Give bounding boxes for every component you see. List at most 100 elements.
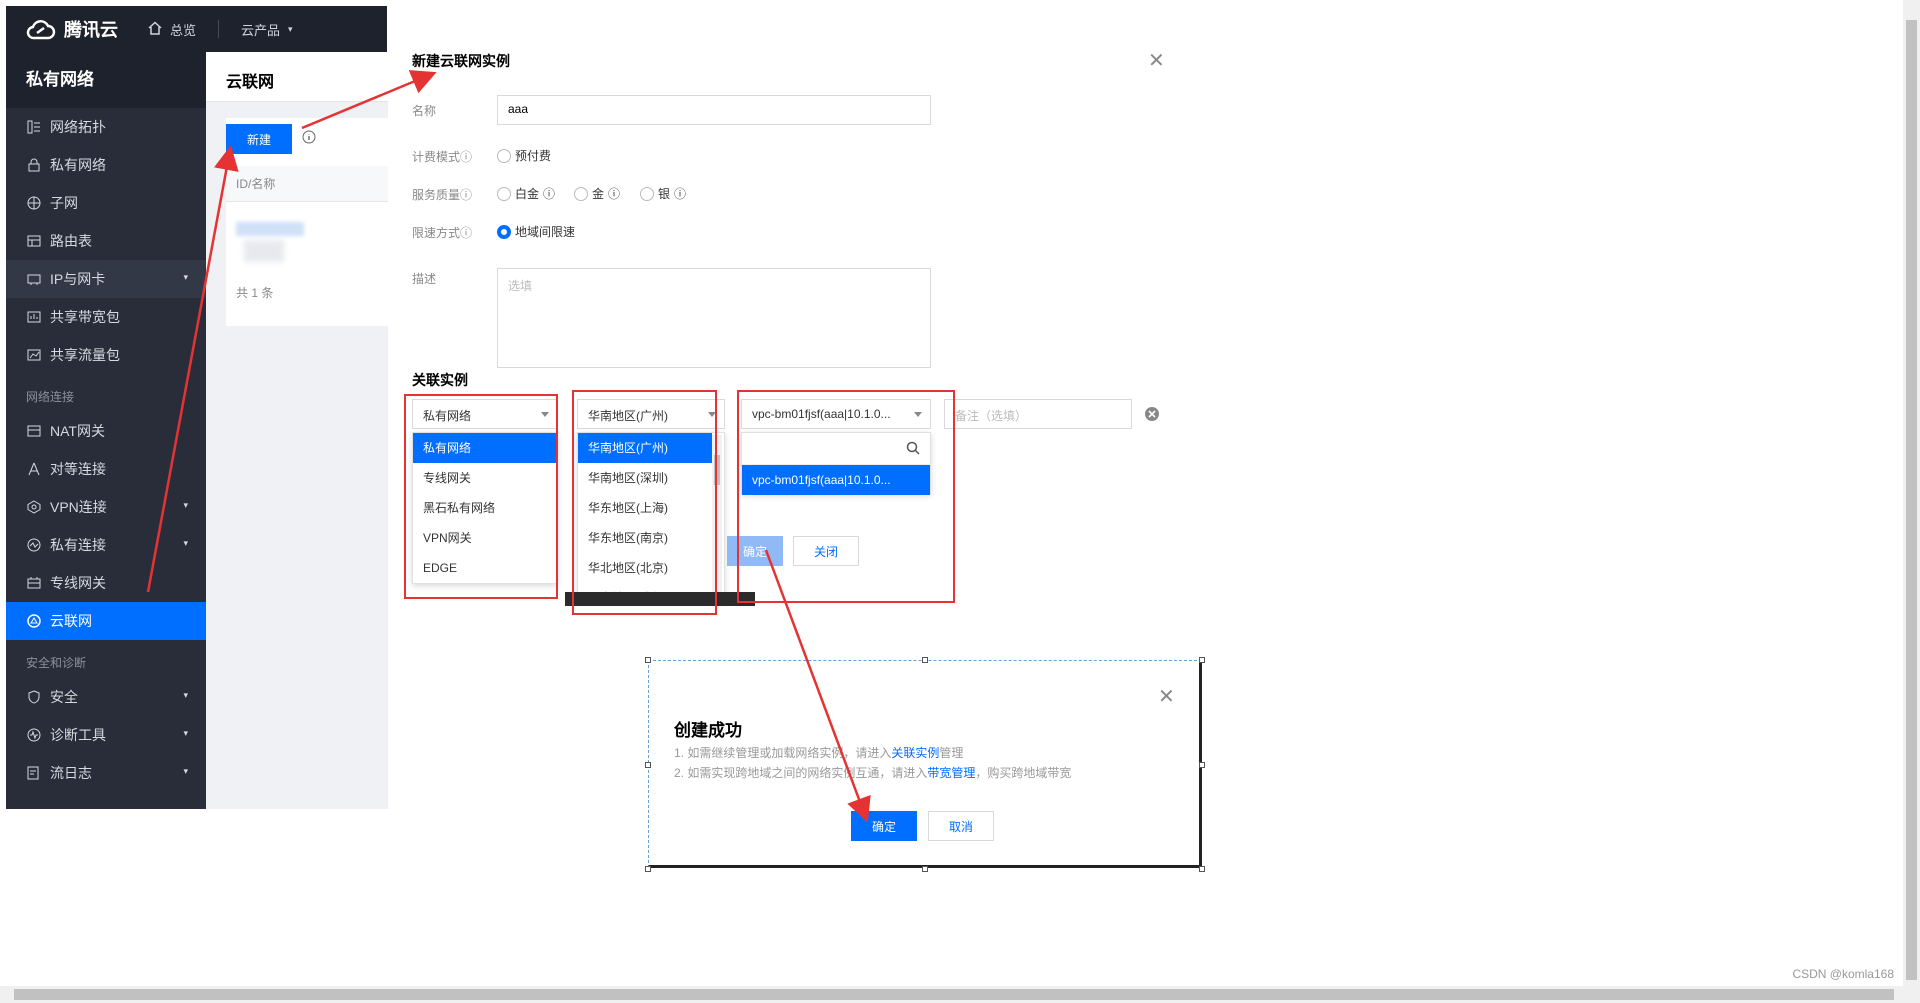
vertical-scrollbar[interactable] [1903, 0, 1920, 1003]
info-icon[interactable]: ⓘ [608, 185, 620, 202]
success-title: 创建成功 [674, 721, 742, 740]
sidebar-item-security[interactable]: 安全 ▾ [6, 678, 206, 716]
sidebar-item-nat[interactable]: NAT网关 [6, 412, 206, 450]
dropdown-option[interactable]: 华南地区(深圳) [578, 463, 712, 493]
vpn-icon [26, 499, 42, 515]
sidebar-item-diagnose[interactable]: 诊断工具 ▾ [6, 716, 206, 754]
success-confirm-button[interactable]: 确定 [851, 811, 917, 841]
dropdown-option[interactable]: 华北地区(北京) [578, 553, 712, 583]
resize-handle[interactable] [922, 657, 928, 663]
dropdown-option[interactable]: 黑石私有网络 [413, 493, 557, 523]
horizontal-scrollbar[interactable] [0, 986, 1920, 1003]
watermark: CSDN @komla168 [1792, 967, 1894, 981]
search-icon[interactable] [906, 441, 920, 458]
scrollbar-thumb[interactable] [1906, 20, 1917, 980]
resize-handle[interactable] [645, 762, 651, 768]
associated-instances-title: 关联实例 [412, 372, 468, 388]
bandwidth-management-link[interactable]: 带宽管理 [927, 766, 975, 780]
modal-close-icon[interactable]: ✕ [1148, 48, 1165, 73]
dropdown-option[interactable]: EDGE [413, 553, 557, 583]
scrollbar-thumb[interactable] [714, 455, 720, 485]
brand-logo[interactable]: 腾讯云 [26, 16, 118, 42]
region-select[interactable]: 华南地区(广州) [577, 399, 725, 429]
dropdown-option[interactable]: 华东地区(南京) [578, 523, 712, 553]
resize-handle[interactable] [922, 866, 928, 872]
route-icon [26, 233, 42, 249]
radio-circle-selected[interactable] [497, 224, 511, 239]
sidebar-item-ccn[interactable]: 云联网 [6, 602, 206, 640]
name-input[interactable]: aaa [497, 95, 931, 125]
resize-handle[interactable] [1199, 866, 1205, 872]
success-cancel-button[interactable]: 取消 [928, 811, 994, 841]
quality-platinum-radio[interactable]: 白金 ⓘ [497, 185, 555, 202]
sidebar-item-private-link[interactable]: 私有连接 ▾ [6, 526, 206, 564]
sidebar-item-peering[interactable]: 对等连接 [6, 450, 206, 488]
modal-confirm-button[interactable]: 确定 [727, 536, 783, 566]
resize-handle[interactable] [645, 866, 651, 872]
dropdown-option[interactable]: 华南地区(广州) [578, 433, 712, 463]
success-close-icon[interactable]: ✕ [1158, 684, 1175, 709]
dropdown-option[interactable]: VPN网关 [413, 523, 557, 553]
nic-icon [26, 271, 42, 287]
page-title: 云联网 [206, 52, 388, 102]
dropdown-option[interactable]: vpc-bm01fjsf(aaa|10.1.0... [742, 465, 930, 495]
dropdown-option[interactable]: 华东地区(上海) [578, 493, 712, 523]
chevron-down-icon: ▾ [183, 272, 188, 282]
sidebar-item-vpc[interactable]: 私有网络 [6, 146, 206, 184]
resize-handle[interactable] [1199, 657, 1205, 663]
sidebar-item-flowlog[interactable]: 流日志 ▾ [6, 754, 206, 792]
home-icon[interactable] [148, 20, 162, 38]
remark-input[interactable]: 备注（选填） [944, 399, 1132, 429]
dc-gateway-icon [26, 575, 42, 591]
sidebar-item-topology[interactable]: 网络拓扑 [6, 108, 206, 146]
radio-circle[interactable] [497, 148, 511, 163]
quality-silver-radio[interactable]: 银 ⓘ [640, 185, 686, 202]
home-link[interactable]: 总览 [170, 20, 196, 39]
products-menu[interactable]: 云产品 [241, 20, 280, 39]
radio-circle[interactable] [497, 186, 511, 201]
resize-handle[interactable] [645, 657, 651, 663]
group-network-connection: 网络连接 [26, 390, 75, 404]
dropdown-shadow-bar [565, 592, 755, 606]
sidebar-item-vpn[interactable]: VPN连接 ▾ [6, 488, 206, 526]
caret-down-icon [708, 412, 716, 417]
instance-type-select[interactable]: 私有网络 [412, 399, 558, 429]
sidebar-item-subnet[interactable]: 子网 [6, 184, 206, 222]
rate-limit-region-radio[interactable]: 地域间限速 [497, 223, 575, 240]
scrollbar-thumb[interactable] [14, 989, 1894, 1000]
radio-circle[interactable] [574, 186, 588, 201]
sidebar-item-bandwidth[interactable]: 共享带宽包 [6, 298, 206, 336]
sidebar-item-route-table[interactable]: 路由表 [6, 222, 206, 260]
info-icon[interactable]: ⓘ [460, 150, 472, 164]
billing-label: 计费模式ⓘ [412, 150, 473, 164]
modal-close-button[interactable]: 关闭 [793, 536, 859, 566]
info-icon[interactable]: ⓘ [674, 185, 686, 202]
dropdown-option[interactable]: 专线网关 [413, 463, 557, 493]
remove-row-icon[interactable] [1144, 406, 1160, 425]
billing-prepaid-radio[interactable]: 预付费 [497, 147, 551, 164]
sidebar-item-ip-nic[interactable]: IP与网卡 ▾ [6, 260, 206, 298]
dropdown-option[interactable]: 私有网络 [413, 433, 557, 463]
vpc-select[interactable]: vpc-bm01fjsf(aaa|10.1.0... [741, 399, 931, 429]
sidebar-item-traffic[interactable]: 共享流量包 [6, 336, 206, 374]
info-icon[interactable]: ⓘ [460, 188, 472, 202]
info-icon[interactable]: ⓘ [460, 226, 472, 240]
sidebar-item-label: 安全 [50, 689, 78, 705]
vpc-search-input[interactable] [742, 433, 930, 465]
quality-gold-radio[interactable]: 金 ⓘ [574, 185, 620, 202]
info-icon[interactable] [302, 130, 316, 147]
blurred-instance-name [244, 240, 284, 262]
description-textarea[interactable]: 选填 [497, 268, 931, 368]
radio-circle[interactable] [640, 186, 654, 201]
sidebar-item-dc-gateway[interactable]: 专线网关 [6, 564, 206, 602]
diagnose-icon [26, 727, 42, 743]
dropdown-scrollbar[interactable] [712, 435, 722, 595]
sidebar-item-label: 云联网 [50, 613, 92, 629]
info-icon[interactable]: ⓘ [543, 185, 555, 202]
sidebar: 私有网络 网络拓扑 私有网络 子网 路由表 IP与网卡 ▾ 共享带宽包 共享流量… [6, 52, 206, 809]
associated-instances-link[interactable]: 关联实例 [891, 746, 939, 760]
blurred-instance-id[interactable] [236, 222, 304, 236]
resize-handle[interactable] [1199, 762, 1205, 768]
shield-icon [26, 689, 42, 705]
new-ccn-button[interactable]: 新建 [226, 124, 292, 154]
